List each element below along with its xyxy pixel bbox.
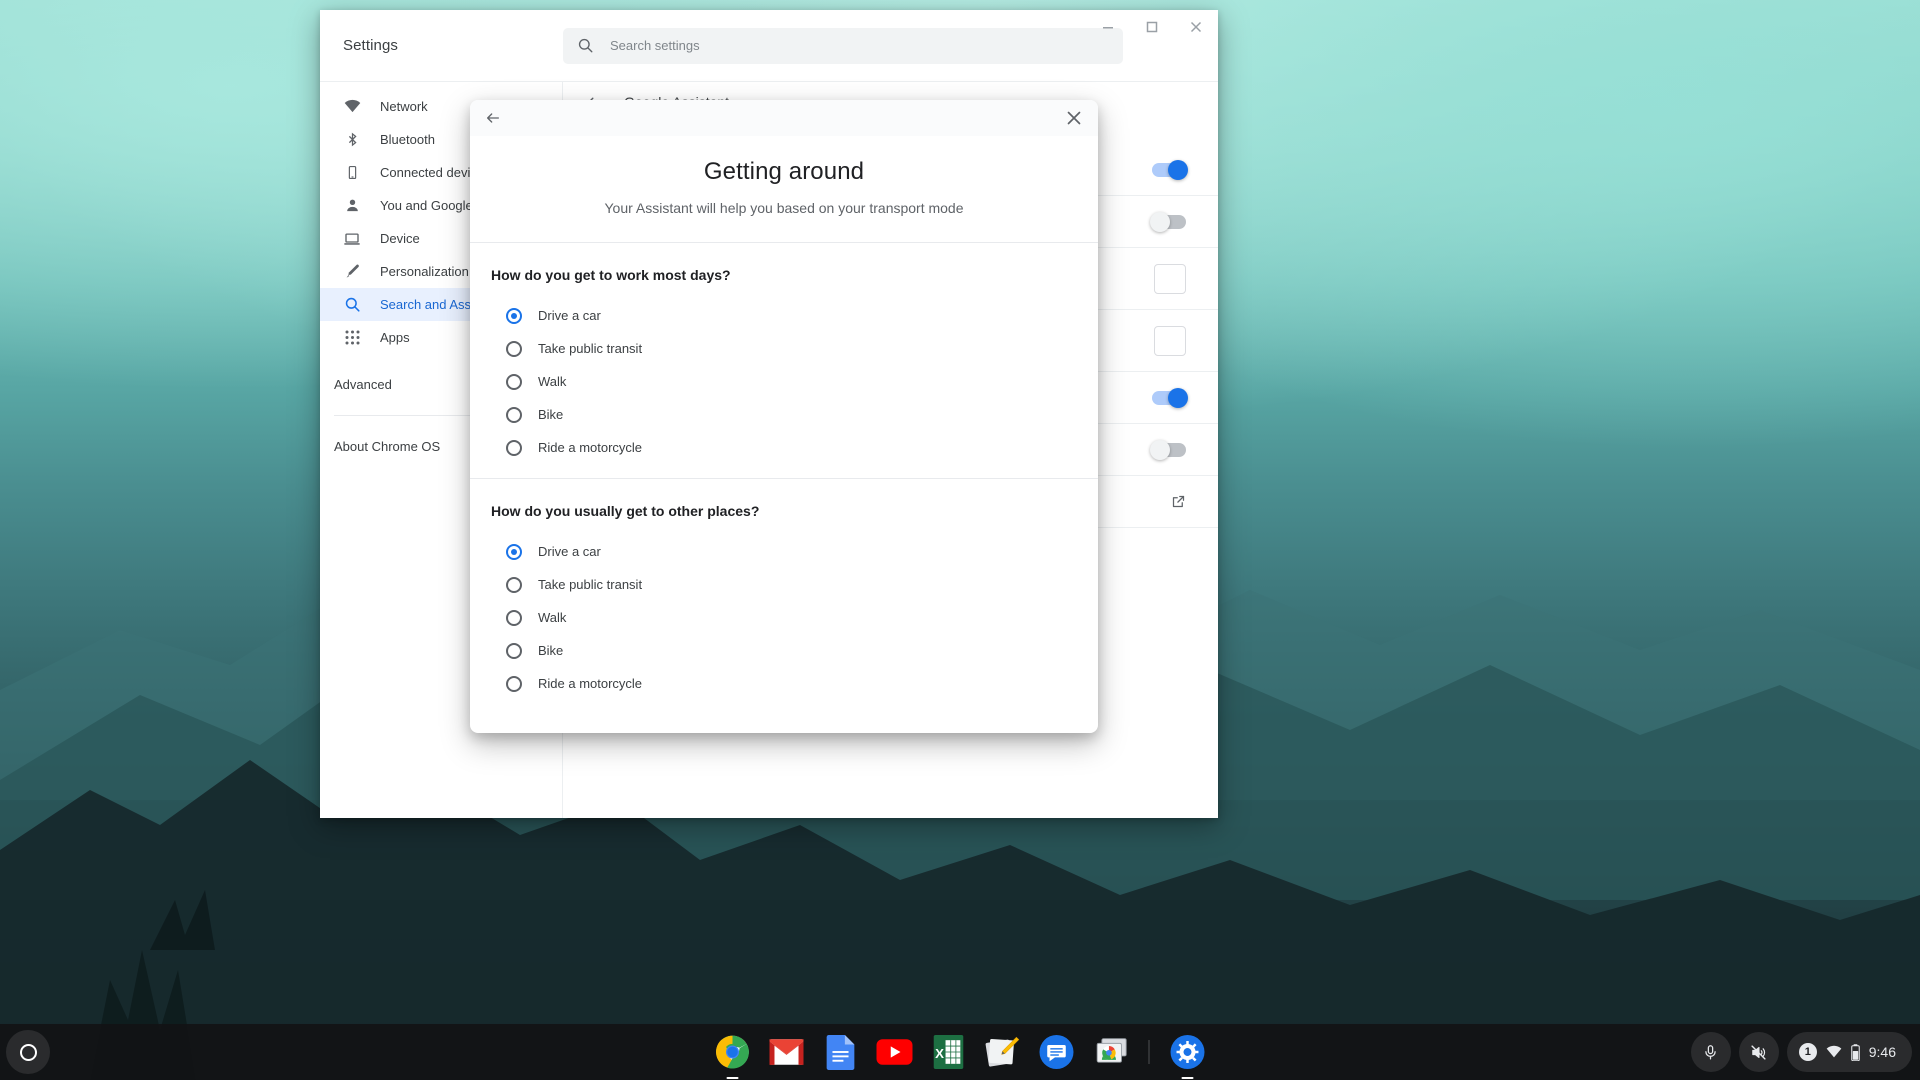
notification-count-badge[interactable]: 1 <box>1799 1043 1817 1061</box>
clock-label: 9:46 <box>1869 1044 1896 1060</box>
microphone-icon[interactable] <box>1691 1032 1731 1072</box>
radio-label: Bike <box>538 407 563 422</box>
radio-button[interactable] <box>506 341 522 357</box>
sidebar-item-label: Device <box>380 231 420 246</box>
radio-button[interactable] <box>506 407 522 423</box>
svg-text:X: X <box>935 1046 944 1061</box>
sidebar-item-label: You and Google <box>380 198 473 213</box>
sidebar-item-label: Bluetooth <box>380 132 435 147</box>
dialog-title-area: Getting around Your Assistant will help … <box>470 136 1098 242</box>
running-indicator <box>1182 1077 1194 1079</box>
app-title: Settings <box>320 37 563 54</box>
apps-grid-icon <box>343 329 361 347</box>
dialog-back-arrow-icon[interactable] <box>481 106 505 130</box>
keep-app-icon[interactable] <box>981 1030 1025 1074</box>
radio-option-walk[interactable]: Walk <box>470 365 1098 398</box>
search-icon <box>577 37 594 54</box>
launcher-circle-icon <box>20 1044 37 1061</box>
radio-label: Drive a car <box>538 544 601 559</box>
radio-button[interactable] <box>506 374 522 390</box>
radio-label: Walk <box>538 374 566 389</box>
radio-label: Bike <box>538 643 563 658</box>
battery-icon[interactable] <box>1851 1044 1860 1061</box>
wifi-icon[interactable] <box>1826 1044 1842 1060</box>
question-section-other-transport: How do you usually get to other places? … <box>470 478 1098 714</box>
radio-option-drive-a-car[interactable]: Drive a car <box>470 299 1098 332</box>
radio-button[interactable] <box>506 308 522 324</box>
search-icon <box>343 296 361 314</box>
status-area[interactable]: 1 9:46 <box>1787 1032 1912 1072</box>
volume-muted-icon[interactable] <box>1739 1032 1779 1072</box>
laptop-icon <box>343 230 361 248</box>
radio-label: Ride a motorcycle <box>538 440 642 455</box>
radio-option-take-public-transit[interactable]: Take public transit <box>470 568 1098 601</box>
chrome-app-icon[interactable] <box>711 1030 755 1074</box>
shelf-separator <box>1149 1040 1150 1064</box>
dialog-header <box>470 100 1098 136</box>
radio-option-drive-a-car[interactable]: Drive a car <box>470 535 1098 568</box>
radio-button[interactable] <box>506 610 522 626</box>
question-label: How do you usually get to other places? <box>470 503 1098 519</box>
radio-label: Walk <box>538 610 566 625</box>
maximize-button[interactable] <box>1130 10 1174 44</box>
radio-button[interactable] <box>506 643 522 659</box>
getting-around-dialog: Getting around Your Assistant will help … <box>470 100 1098 733</box>
running-indicator <box>727 1077 739 1079</box>
question-section-work-transport: How do you get to work most days? Drive … <box>470 242 1098 478</box>
radio-label: Drive a car <box>538 308 601 323</box>
docs-app-icon[interactable] <box>819 1030 863 1074</box>
radio-label: Take public transit <box>538 577 642 592</box>
sidebar-item-label: Network <box>380 99 428 114</box>
gmail-app-icon[interactable] <box>765 1030 809 1074</box>
radio-option-ride-a-motorcycle[interactable]: Ride a motorcycle <box>470 431 1098 464</box>
settings-top-bar: Settings <box>320 10 1218 82</box>
sidebar-about-label: About Chrome OS <box>334 439 440 454</box>
search-box[interactable] <box>563 28 1123 64</box>
question-label: How do you get to work most days? <box>470 267 1098 283</box>
system-tray: 1 9:46 <box>1691 1032 1912 1072</box>
close-button[interactable] <box>1174 10 1218 44</box>
radio-button[interactable] <box>506 440 522 456</box>
screen-capture-app-icon[interactable] <box>1089 1030 1133 1074</box>
radio-button[interactable] <box>506 676 522 692</box>
radio-option-bike[interactable]: Bike <box>470 634 1098 667</box>
minimize-button[interactable] <box>1086 10 1130 44</box>
chrome-os-shelf: X <box>0 1024 1920 1080</box>
sidebar-advanced-label: Advanced <box>334 377 392 392</box>
sidebar-item-label: Apps <box>380 330 410 345</box>
youtube-app-icon[interactable] <box>873 1030 917 1074</box>
shelf-app-list: X <box>711 1030 1210 1074</box>
launcher-button[interactable] <box>6 1030 50 1074</box>
dialog-subtitle: Your Assistant will help you based on yo… <box>470 200 1098 216</box>
paintbrush-icon <box>343 263 361 281</box>
sidebar-item-label: Personalization <box>380 264 469 279</box>
radio-option-ride-a-motorcycle[interactable]: Ride a motorcycle <box>470 667 1098 700</box>
person-icon <box>343 197 361 215</box>
messages-app-icon[interactable] <box>1035 1030 1079 1074</box>
excel-app-icon[interactable]: X <box>927 1030 971 1074</box>
dialog-close-icon[interactable] <box>1062 106 1086 130</box>
window-controls <box>1086 10 1218 44</box>
search-input[interactable] <box>610 38 1109 53</box>
radio-label: Take public transit <box>538 341 642 356</box>
radio-button[interactable] <box>506 544 522 560</box>
radio-option-bike[interactable]: Bike <box>470 398 1098 431</box>
settings-app-icon[interactable] <box>1166 1030 1210 1074</box>
wifi-icon <box>343 98 361 116</box>
radio-button[interactable] <box>506 577 522 593</box>
phone-icon <box>343 164 361 182</box>
radio-label: Ride a motorcycle <box>538 676 642 691</box>
dialog-title: Getting around <box>470 158 1098 186</box>
radio-option-take-public-transit[interactable]: Take public transit <box>470 332 1098 365</box>
bluetooth-icon <box>343 131 361 149</box>
radio-option-walk[interactable]: Walk <box>470 601 1098 634</box>
